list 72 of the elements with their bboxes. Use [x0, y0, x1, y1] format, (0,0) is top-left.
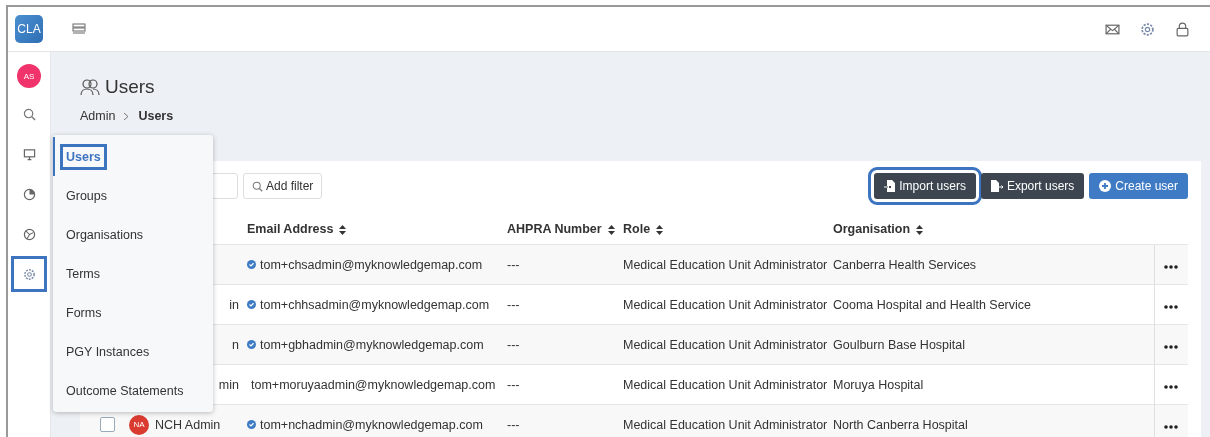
row-checkbox[interactable] — [100, 417, 115, 432]
verified-icon — [247, 260, 256, 269]
more-icon[interactable] — [1164, 344, 1179, 349]
menu-item[interactable]: Forms — [53, 293, 213, 332]
menu-item[interactable]: Outcome Statements — [53, 371, 213, 410]
user-name: NCH Admin — [155, 417, 221, 432]
more-icon[interactable] — [1164, 424, 1179, 429]
file-export-icon — [990, 180, 1003, 192]
search-icon — [22, 107, 36, 121]
sort-icon[interactable] — [656, 224, 664, 235]
search-icon — [252, 180, 263, 192]
page-title: Users — [105, 76, 155, 98]
column-header[interactable]: AHPRA Number — [507, 222, 602, 236]
export-users-button[interactable]: Export users — [980, 173, 1085, 199]
more-icon[interactable] — [1164, 264, 1179, 269]
chevron-icon — [123, 111, 131, 121]
sort-icon[interactable] — [607, 224, 615, 235]
table-cell: --- — [507, 417, 520, 432]
table-cell: North Canberra Hospital — [833, 417, 968, 432]
menu-icon[interactable] — [72, 22, 86, 36]
more-icon[interactable] — [1164, 384, 1179, 389]
sort-icon[interactable] — [339, 224, 347, 235]
table-cell: Cooma Hospital and Health Service — [833, 297, 1032, 312]
table-cell: --- — [507, 297, 520, 312]
verified-icon — [247, 420, 256, 429]
table-cell: Medical Education Unit Administrator — [623, 377, 828, 392]
more-icon[interactable] — [1164, 304, 1179, 309]
email-text: tom+chsadmin@myknowledgemap.com — [260, 257, 483, 272]
globe-icon — [22, 227, 36, 241]
table-cell: --- — [507, 337, 520, 352]
create-user-button[interactable]: Create user — [1089, 173, 1188, 199]
column-header[interactable]: Organisation — [833, 222, 911, 236]
user-avatar[interactable]: AS — [17, 64, 41, 88]
column-header[interactable]: Role — [623, 222, 651, 236]
user-avatar: NA — [129, 414, 149, 435]
breadcrumb-current: Users — [138, 109, 174, 123]
table-cell: --- — [507, 257, 520, 272]
user-name: in — [229, 297, 239, 312]
menu-item[interactable]: Organisations — [53, 215, 213, 254]
table-cell: Medical Education Unit Administrator — [623, 257, 828, 272]
table-cell: Medical Education Unit Administrator — [623, 337, 828, 352]
table-cell: Canberra Health Services — [833, 257, 977, 272]
add-filter-button[interactable]: Add filter — [243, 173, 323, 199]
monitor-icon — [22, 147, 36, 161]
table-cell: Goulburn Base Hospital — [833, 337, 966, 352]
menu-item[interactable]: PGY Instances — [53, 332, 213, 371]
table-cell: Medical Education Unit Administrator — [623, 297, 828, 312]
table-cell: --- — [507, 377, 520, 392]
users-icon — [80, 78, 100, 96]
user-name: n — [232, 337, 239, 352]
verified-icon — [247, 340, 256, 349]
column-header[interactable]: Email Address — [247, 222, 334, 236]
email-text: tom+gbhadmin@myknowledgemap.com — [260, 337, 484, 352]
email-text: tom+moruyaadmin@myknowledgemap.com — [251, 377, 496, 392]
verified-icon — [247, 300, 256, 309]
email-text: tom+chhsadmin@myknowledgemap.com — [260, 297, 490, 312]
menu-item[interactable]: Terms — [53, 254, 213, 293]
settings-icon — [22, 267, 36, 281]
settings-icon[interactable] — [1140, 21, 1155, 37]
breadcrumb-link[interactable]: Admin — [80, 109, 116, 123]
sort-icon[interactable] — [916, 224, 924, 235]
plus-circle-icon — [1099, 180, 1112, 192]
table-cell: Moruya Hospital — [833, 377, 924, 392]
gauge-icon — [22, 187, 36, 201]
file-import-icon — [884, 180, 896, 192]
lock-icon[interactable] — [1175, 21, 1190, 37]
table-cell: Medical Education Unit Administrator — [623, 417, 828, 432]
menu-item[interactable]: Users — [53, 137, 213, 176]
user-name: min — [218, 377, 239, 392]
menu-item[interactable]: Groups — [53, 176, 213, 215]
email-text: tom+nchadmin@myknowledgemap.com — [260, 417, 483, 432]
app-logo[interactable]: CLA — [15, 15, 43, 43]
